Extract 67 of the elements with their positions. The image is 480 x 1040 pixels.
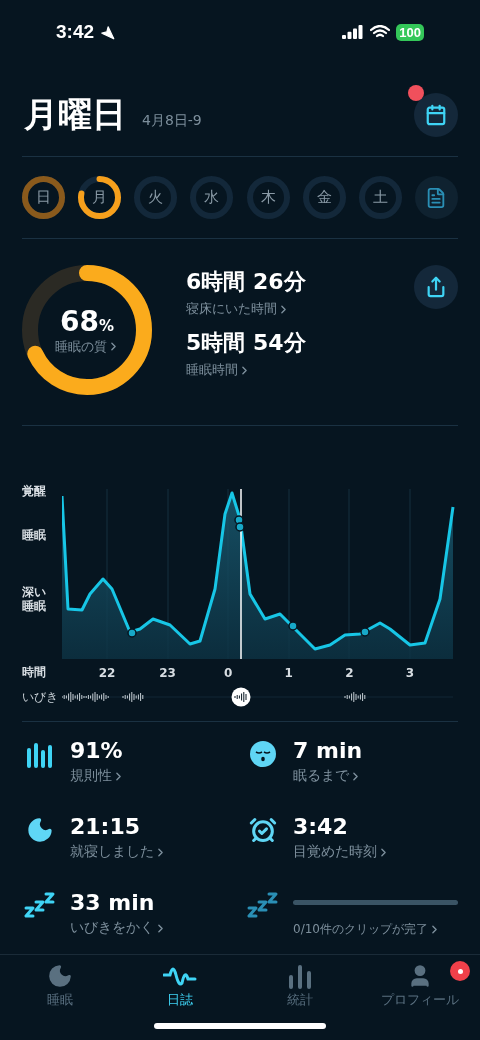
report-button[interactable]: [415, 176, 458, 219]
metric-link[interactable]: 眠るまで: [293, 767, 458, 785]
snore-label: いびき: [22, 688, 59, 706]
alarm-clock-icon: [249, 816, 277, 844]
tab[interactable]: 日誌: [120, 963, 240, 1015]
metric-value: 3:42: [293, 814, 349, 839]
moon-icon: [26, 816, 54, 844]
bar-chart-icon: [287, 963, 313, 989]
hour-label: 23: [158, 665, 177, 680]
share-icon: [425, 276, 447, 298]
hour-label: 2: [344, 665, 355, 680]
hour-label: 22: [97, 665, 117, 680]
snore-marker: [127, 628, 137, 638]
snore-waveform: [344, 691, 366, 703]
tab[interactable]: 睡眠: [0, 963, 120, 1015]
zzz-icon: [247, 892, 279, 920]
stage-label: 深い睡眠: [22, 584, 47, 614]
stat-value: 5時間 54分: [186, 329, 307, 357]
stage-label: 睡眠: [22, 528, 47, 543]
day-ring-button[interactable]: 木: [246, 176, 290, 219]
battery-level: 100: [396, 23, 424, 41]
hour-label: 0: [223, 665, 234, 680]
stat-link[interactable]: 寝床にいた時間: [186, 300, 414, 318]
quality-score: 68%: [60, 304, 114, 338]
snore-marker: [234, 515, 245, 532]
day-ring-button[interactable]: 水: [190, 176, 234, 219]
metric-link[interactable]: 規則性: [70, 767, 245, 785]
hour-label: 3: [404, 665, 416, 680]
snore-waveform: [62, 691, 109, 703]
metric-link[interactable]: 目覚めた時刻: [293, 843, 458, 861]
day-ring-button[interactable]: 日: [22, 176, 65, 219]
calendar-button[interactable]: [414, 93, 458, 137]
day-ring-button[interactable]: 金: [302, 176, 346, 219]
sleepy-face-icon: [249, 740, 277, 768]
metric-link[interactable]: 就寝しました: [70, 843, 245, 861]
tab[interactable]: プロフィール: [360, 963, 480, 1015]
moon-icon: [47, 963, 73, 989]
signal-icon: [342, 25, 365, 39]
hour-label: 1: [283, 665, 294, 680]
day-ring-button[interactable]: 月: [78, 176, 122, 219]
stat-link[interactable]: 睡眠時間: [186, 361, 414, 379]
snore-marker: [288, 621, 298, 631]
snore-waveform: [122, 691, 144, 703]
metric-link[interactable]: 0/10件のクリップが完了: [293, 921, 458, 938]
snore-marker: [360, 627, 370, 637]
metric-value: 21:15: [70, 814, 142, 839]
zzz-icon: [24, 892, 56, 920]
metric-value: 91%: [70, 738, 124, 763]
tab[interactable]: 統計: [240, 963, 360, 1015]
day-title: 月曜日: [24, 93, 126, 136]
quality-link[interactable]: 睡眠の質: [54, 337, 120, 356]
wifi-icon: [370, 25, 391, 39]
location-icon: [100, 24, 116, 40]
metric-value: 33 min: [70, 890, 156, 915]
day-ring-button[interactable]: 火: [134, 176, 178, 219]
metric-value: 7 min: [293, 738, 364, 763]
playhead-knob[interactable]: [231, 687, 251, 707]
date-range: 4月8日-9: [142, 112, 202, 130]
calendar-icon: [425, 104, 447, 126]
day-ring-button[interactable]: 土: [358, 176, 402, 219]
axis-title: 時間: [22, 664, 47, 681]
bars-icon: [25, 740, 55, 768]
status-time: 3:42: [56, 21, 95, 43]
stage-label: 覚醒: [22, 484, 47, 499]
stat-value: 6時間 26分: [186, 268, 307, 296]
metric-link[interactable]: いびきをかく: [70, 919, 245, 937]
share-button[interactable]: [414, 265, 458, 309]
